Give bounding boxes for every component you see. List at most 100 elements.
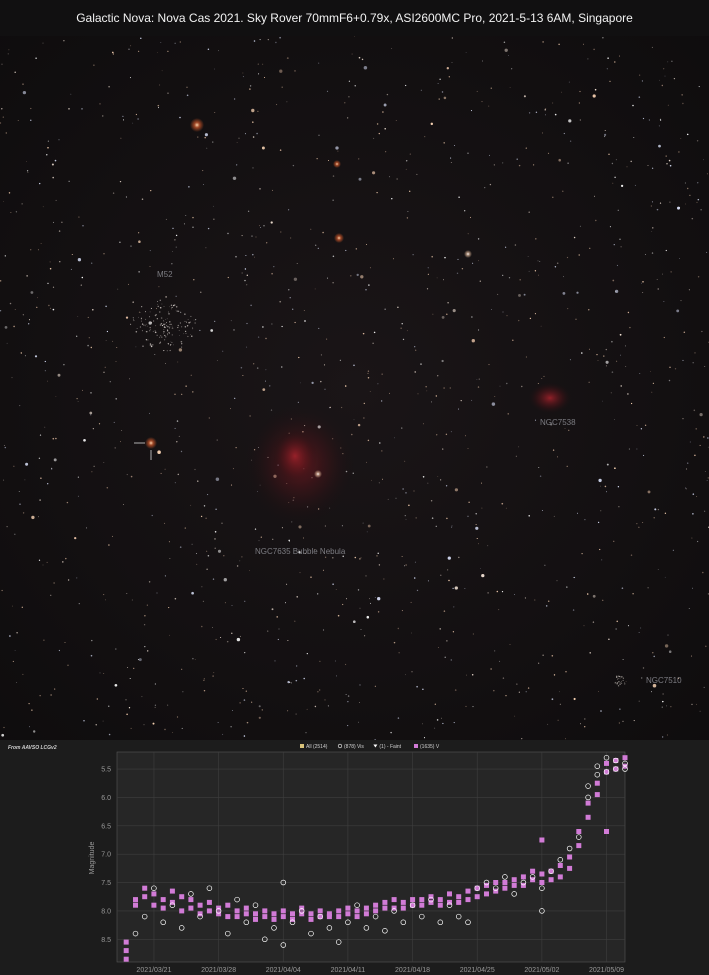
star xyxy=(442,279,445,281)
v-point xyxy=(576,829,582,834)
v-point xyxy=(169,899,175,905)
star xyxy=(175,306,178,308)
star xyxy=(376,191,378,194)
star xyxy=(452,587,454,590)
star xyxy=(214,538,216,540)
star xyxy=(93,465,95,467)
star xyxy=(488,364,490,366)
v-point xyxy=(622,755,628,761)
star xyxy=(564,428,566,429)
v-point xyxy=(345,905,351,911)
star xyxy=(105,340,107,341)
star xyxy=(181,346,183,348)
star xyxy=(168,541,170,543)
star xyxy=(171,263,173,265)
star xyxy=(165,296,167,298)
star xyxy=(193,319,195,321)
star xyxy=(105,305,107,308)
v-point xyxy=(594,780,600,786)
star xyxy=(316,158,318,160)
star xyxy=(664,75,666,77)
star xyxy=(231,605,233,606)
star xyxy=(431,401,433,403)
star xyxy=(347,725,349,727)
star xyxy=(114,683,118,687)
star xyxy=(366,531,368,533)
star xyxy=(422,423,424,425)
star xyxy=(242,76,244,78)
star xyxy=(606,463,609,466)
star xyxy=(446,569,449,571)
star xyxy=(697,182,699,184)
star xyxy=(265,369,267,371)
star xyxy=(451,62,453,63)
legend-label: (878) Vis xyxy=(344,744,364,750)
star xyxy=(347,701,349,703)
star xyxy=(21,606,23,608)
star xyxy=(358,158,360,160)
star xyxy=(184,527,186,529)
legend-label: (1635) V xyxy=(420,744,440,750)
star xyxy=(203,184,204,185)
star xyxy=(149,250,151,252)
star xyxy=(612,182,614,184)
star xyxy=(674,368,677,370)
star xyxy=(190,334,191,335)
y-tick-label: 8.5 xyxy=(101,937,111,944)
star xyxy=(527,687,530,689)
star xyxy=(442,448,444,450)
star xyxy=(179,546,182,548)
star xyxy=(552,102,554,104)
star xyxy=(405,518,407,520)
star xyxy=(42,564,44,566)
star xyxy=(618,55,621,57)
v-point xyxy=(243,911,249,917)
star xyxy=(488,105,490,107)
star xyxy=(350,275,352,277)
star xyxy=(689,441,691,443)
star xyxy=(541,510,543,512)
star xyxy=(465,705,467,707)
star xyxy=(528,211,530,213)
star xyxy=(122,119,125,121)
star xyxy=(190,374,192,376)
star xyxy=(417,393,419,395)
star xyxy=(223,554,225,557)
star xyxy=(289,297,291,299)
star xyxy=(525,147,527,149)
star xyxy=(666,705,668,707)
star xyxy=(161,336,163,338)
star xyxy=(689,194,691,196)
star xyxy=(422,723,423,725)
v-point xyxy=(530,877,536,883)
star xyxy=(54,688,56,690)
star xyxy=(573,576,576,579)
star xyxy=(254,528,257,530)
star xyxy=(506,382,508,385)
x-axis-ticks: 2021/03/21 2021/03/28 2021/04/04 2021/04/11… xyxy=(136,967,624,974)
star xyxy=(186,94,189,97)
star xyxy=(197,480,199,482)
chart-legend: All (2514) (878) Vis (1) - Faint (1635) V xyxy=(300,743,440,750)
star xyxy=(22,673,24,675)
star xyxy=(605,491,608,493)
star xyxy=(538,466,540,468)
star xyxy=(446,313,448,315)
v-point xyxy=(437,897,443,903)
star xyxy=(579,90,581,93)
star xyxy=(537,260,539,262)
star xyxy=(408,504,410,507)
star xyxy=(619,238,621,240)
star xyxy=(163,333,164,335)
star xyxy=(619,333,622,336)
star xyxy=(467,152,469,154)
star xyxy=(178,435,180,437)
star xyxy=(163,306,165,307)
star xyxy=(670,271,672,273)
v-point xyxy=(511,877,517,883)
v-point xyxy=(585,800,591,806)
star xyxy=(92,428,94,430)
star xyxy=(252,253,254,256)
star xyxy=(581,552,583,555)
star xyxy=(120,137,122,139)
